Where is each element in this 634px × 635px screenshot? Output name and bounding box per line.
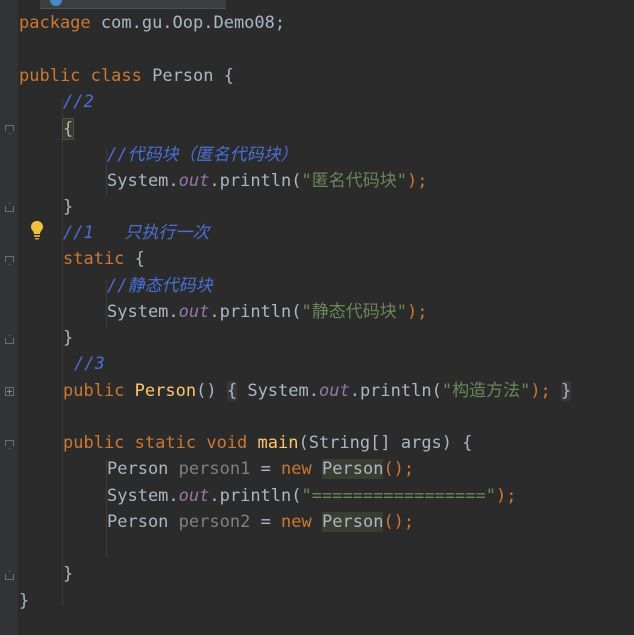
method-call: .println( <box>209 486 302 506</box>
code-line[interactable]: } <box>63 325 73 351</box>
keyword: class <box>90 66 142 86</box>
keyword: static <box>134 433 197 453</box>
string-literal: "=================" <box>301 486 496 506</box>
keyword: new <box>281 512 312 532</box>
comment: //静态代码块 <box>107 276 213 296</box>
constructor-call: Person <box>322 459 384 479</box>
brace: } <box>63 564 74 584</box>
method-call: .println( <box>209 171 302 191</box>
method-call: .println( <box>349 381 442 401</box>
parens: () <box>196 381 217 401</box>
code-line[interactable]: //静态代码块 <box>107 273 212 299</box>
code-line[interactable]: Person person2 = new Person(); <box>107 509 414 535</box>
string-literal: "构造方法" <box>441 381 531 401</box>
keyword: public <box>63 381 125 401</box>
code-line[interactable]: } <box>63 561 73 587</box>
string-literal: "静态代码块" <box>301 302 407 322</box>
code-line[interactable]: public Person() { System.out.println("构造… <box>63 378 572 404</box>
punctuation: ); <box>530 381 551 401</box>
method-params: (String[] args) { <box>298 433 473 453</box>
brace: { <box>124 249 145 269</box>
operator: = <box>250 459 282 479</box>
folded-brace[interactable]: } <box>561 381 572 401</box>
code-line[interactable]: System.out.println("================="); <box>107 483 516 509</box>
keyword: package <box>19 13 91 33</box>
code-line[interactable]: System.out.println("静态代码块"); <box>107 299 427 325</box>
method-call: .println( <box>209 302 302 322</box>
code-line[interactable]: static { <box>63 246 145 272</box>
code-line[interactable]: //3 <box>74 351 105 377</box>
code-line[interactable]: package com.gu.Oop.Demo08; <box>19 10 285 36</box>
fold-expand-icon[interactable] <box>5 387 14 396</box>
class-ref: System. <box>247 381 319 401</box>
static-field: out <box>178 171 210 191</box>
code-editor[interactable]: package com.gu.Oop.Demo08; public class … <box>0 0 634 635</box>
code-line[interactable]: } <box>63 194 73 220</box>
class-name: Person { <box>141 66 234 86</box>
string-literal: "匿名代码块" <box>301 171 407 191</box>
comment: //2 <box>63 92 94 112</box>
punctuation: (); <box>383 459 415 479</box>
code-line[interactable]: Person person1 = new Person(); <box>107 456 414 482</box>
code-line[interactable]: public class Person { <box>19 63 234 89</box>
unused-variable: person2 <box>178 512 251 532</box>
code-line[interactable]: { <box>61 116 75 142</box>
static-field: out <box>318 381 350 401</box>
method-name: main <box>257 433 299 453</box>
brace: } <box>63 197 74 217</box>
java-class-icon <box>50 0 62 6</box>
static-field: out <box>178 302 210 322</box>
operator: = <box>250 512 282 532</box>
punctuation: ); <box>495 486 517 506</box>
editor-gutter <box>0 0 18 635</box>
code-line[interactable]: System.out.println("匿名代码块"); <box>107 168 427 194</box>
code-line[interactable]: public static void main(String[] args) { <box>63 430 473 456</box>
keyword: new <box>281 459 312 479</box>
editor-tab[interactable] <box>40 0 226 9</box>
code-line[interactable]: //代码块（匿名代码块） <box>107 142 297 168</box>
type-name: Person <box>107 459 169 479</box>
class-ref: System. <box>107 302 179 322</box>
comment: //3 <box>74 354 105 374</box>
static-field: out <box>178 486 210 506</box>
keyword: public <box>19 66 81 86</box>
punctuation: (); <box>383 512 415 532</box>
code-line[interactable]: } <box>19 588 29 614</box>
unused-variable: person1 <box>178 459 251 479</box>
keyword: void <box>206 433 248 453</box>
comment: //1 只执行一次 <box>63 223 210 243</box>
type-name: Person <box>107 512 169 532</box>
class-ref: System. <box>107 171 179 191</box>
punctuation: ); <box>406 302 428 322</box>
brace: { <box>61 118 75 140</box>
code-line[interactable]: //2 <box>63 89 94 115</box>
keyword: public <box>63 433 125 453</box>
punctuation: ); <box>406 171 428 191</box>
package-name: com.gu.Oop.Demo08; <box>90 13 286 33</box>
indent-guide <box>62 98 63 606</box>
constructor-name: Person <box>134 381 197 401</box>
code-line[interactable]: //1 只执行一次 <box>63 220 209 246</box>
keyword: static <box>63 249 125 269</box>
constructor-call: Person <box>322 512 384 532</box>
folded-brace[interactable]: { <box>226 381 238 401</box>
brace: } <box>63 328 74 348</box>
class-ref: System. <box>107 486 179 506</box>
brace: } <box>19 591 30 611</box>
lightbulb-icon[interactable] <box>29 220 45 240</box>
comment: //代码块（匿名代码块） <box>107 145 298 165</box>
